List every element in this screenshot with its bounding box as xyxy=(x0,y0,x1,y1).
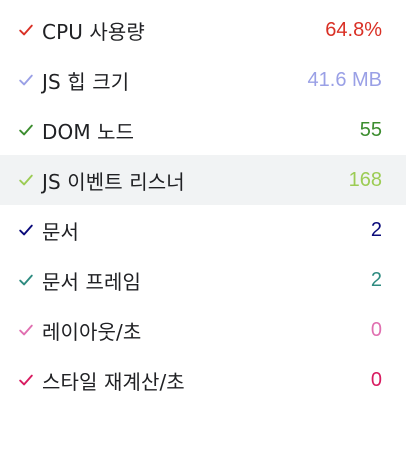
metric-value: 2 xyxy=(370,218,382,241)
metric-value: 168 xyxy=(348,168,382,191)
performance-monitor-metrics-list: CPU 사용량 64.8% JS 힙 크기 41.6 MB DOM 노드 55 … xyxy=(0,0,406,405)
metric-label: CPU 사용량 xyxy=(42,19,145,44)
metric-label: 레이아웃/초 xyxy=(42,319,142,344)
checkmark-icon xyxy=(16,20,36,40)
checkmark-icon xyxy=(16,270,36,290)
metric-label: DOM 노드 xyxy=(42,119,135,144)
metric-row-js-event-listeners[interactable]: JS 이벤트 리스너 168 xyxy=(0,155,406,205)
metric-label: JS 힙 크기 xyxy=(42,69,130,94)
metric-row-style-recalcs-per-sec[interactable]: 스타일 재계산/초 0 xyxy=(0,355,406,405)
metric-label: 문서 프레임 xyxy=(42,269,141,294)
metric-value: 55 xyxy=(359,118,382,141)
checkmark-icon xyxy=(16,220,36,240)
checkmark-icon xyxy=(16,170,36,190)
metric-row-cpu-usage[interactable]: CPU 사용량 64.8% xyxy=(0,5,406,55)
metric-value: 0 xyxy=(370,318,382,341)
metric-label: 문서 xyxy=(42,219,79,244)
metric-value: 2 xyxy=(370,268,382,291)
metric-row-documents[interactable]: 문서 2 xyxy=(0,205,406,255)
metric-row-document-frames[interactable]: 문서 프레임 2 xyxy=(0,255,406,305)
checkmark-icon xyxy=(16,320,36,340)
metric-row-dom-nodes[interactable]: DOM 노드 55 xyxy=(0,105,406,155)
metric-value: 64.8% xyxy=(325,18,382,41)
metric-row-js-heap-size[interactable]: JS 힙 크기 41.6 MB xyxy=(0,55,406,105)
checkmark-icon xyxy=(16,370,36,390)
metric-row-layouts-per-sec[interactable]: 레이아웃/초 0 xyxy=(0,305,406,355)
checkmark-icon xyxy=(16,120,36,140)
metric-label: JS 이벤트 리스너 xyxy=(42,169,185,194)
metric-label: 스타일 재계산/초 xyxy=(42,369,185,394)
metric-value: 41.6 MB xyxy=(307,68,382,91)
metric-value: 0 xyxy=(370,368,382,391)
checkmark-icon xyxy=(16,70,36,90)
